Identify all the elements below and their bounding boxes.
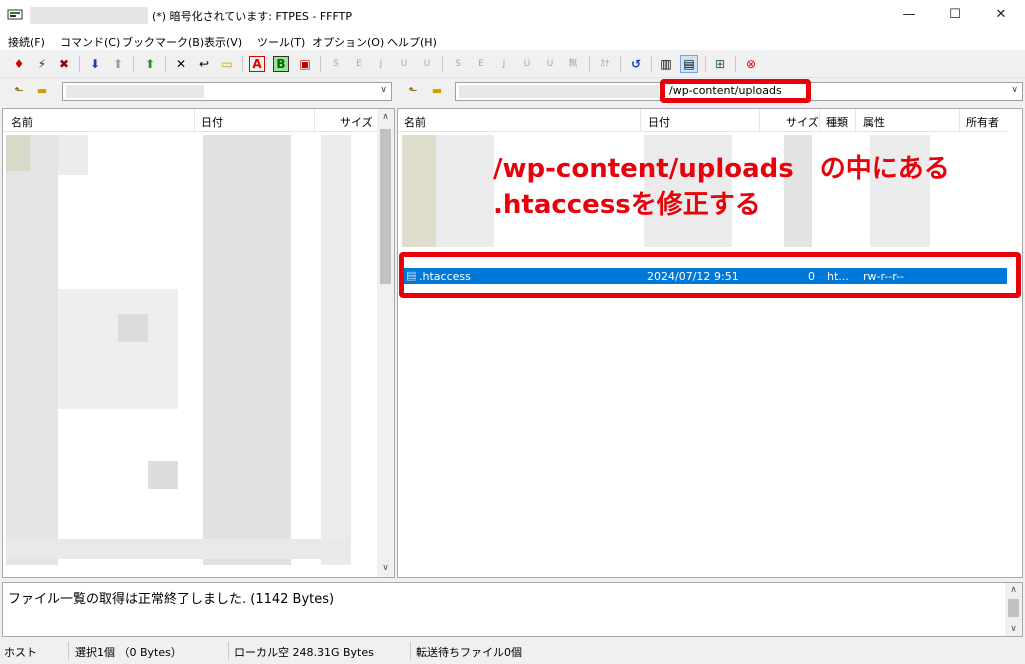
menu-command[interactable]: コマンド(C) <box>60 34 120 50</box>
remote-col-name[interactable]: 名前 <box>404 114 426 130</box>
status-local-free: ローカル空 248.31G Bytes <box>234 646 374 659</box>
ffftp-app-icon <box>7 9 23 20</box>
redacted-area <box>148 461 178 489</box>
menu-tools[interactable]: ツール(T) <box>257 34 305 50</box>
file-highlight-box <box>399 252 1021 298</box>
list-view-icon[interactable]: ▥ <box>657 55 675 73</box>
remote-column-header: 名前 日付 サイズ 種類 属性 所有者 <box>398 109 1022 132</box>
title-redacted <box>30 7 148 24</box>
menu-bookmark[interactable]: ブックマーク(B) <box>122 34 204 50</box>
kanji-sjis-button[interactable]: S <box>327 55 345 73</box>
redacted-area <box>436 135 494 247</box>
remote-col-size[interactable]: サイズ <box>786 114 819 130</box>
remote-kanji-utf8bom-button[interactable]: U <box>541 55 559 73</box>
local-col-name[interactable]: 名前 <box>11 114 33 130</box>
remote-col-owner[interactable]: 所有者 <box>966 114 999 130</box>
kanji-utf8bom-button[interactable]: U <box>418 55 436 73</box>
redacted-area <box>58 289 178 409</box>
redacted-area <box>6 539 351 559</box>
redacted-area <box>402 135 436 247</box>
kanji-jis-button[interactable]: J <box>372 55 390 73</box>
kanji-utf8-button[interactable]: U <box>395 55 413 73</box>
log-scroll-down-icon[interactable]: ∨ <box>1005 624 1022 634</box>
auto-mode-icon[interactable]: ▣ <box>296 55 314 73</box>
window-title: (*) 暗号化されています: FTPES - FFFTP <box>152 10 352 23</box>
scroll-up-icon[interactable]: ∧ <box>377 112 394 122</box>
parent-folder-icon[interactable]: ⬑ <box>10 83 28 99</box>
mirror-upload-icon[interactable]: ⬆ <box>141 55 159 73</box>
menu-help[interactable]: ヘルプ(H) <box>387 34 437 50</box>
log-pane[interactable]: ファイル一覧の取得は正常終了しました. (1142 Bytes) ∧ ∨ <box>2 582 1023 637</box>
local-col-date[interactable]: 日付 <box>201 114 223 130</box>
status-bar: ホスト 選択1個 （0 Bytes） ローカル空 248.31G Bytes 転… <box>0 640 1025 664</box>
local-scrollbar[interactable]: ∧ ∨ <box>377 109 394 577</box>
redacted-area <box>118 314 148 342</box>
title-bar: (*) 暗号化されています: FTPES - FFFTP — ☐ ✕ <box>0 0 1025 30</box>
log-scroll-thumb[interactable] <box>1008 599 1019 617</box>
remote-parent-folder-icon[interactable]: ⬑ <box>404 83 422 99</box>
redacted-area <box>321 135 351 565</box>
local-col-size[interactable]: サイズ <box>340 114 373 130</box>
download-arrow-icon[interactable]: ⬇ <box>86 55 104 73</box>
local-path-redacted <box>66 85 204 98</box>
binary-mode-button[interactable]: B <box>273 56 289 72</box>
remote-kanji-none-button[interactable]: 無 <box>564 55 582 73</box>
remote-kanji-jis-button[interactable]: J <box>495 55 513 73</box>
toolbar: ♦ ⚡ ✖ ⬇ ⬆ ⬆ ✕ ↩ ▭ A B ▣ S E J U U S E J … <box>0 50 1025 78</box>
minimize-button[interactable]: — <box>886 0 932 30</box>
status-selection: 選択1個 （0 Bytes） <box>75 646 182 659</box>
detail-view-icon[interactable]: ▤ <box>680 55 698 73</box>
connect-icon[interactable]: ♦ <box>10 55 28 73</box>
status-queue: 転送待ちファイル0個 <box>416 646 522 659</box>
remote-kanji-euc-button[interactable]: E <box>472 55 490 73</box>
redacted-area <box>6 135 30 171</box>
redacted-area <box>6 135 58 565</box>
local-column-header: 名前 日付 サイズ <box>3 109 394 132</box>
redacted-area <box>203 135 291 565</box>
local-path-combo[interactable]: ∨ <box>62 82 392 101</box>
delete-icon[interactable]: ✕ <box>172 55 190 73</box>
refresh-icon[interactable]: ↺ <box>627 55 645 73</box>
maximize-button[interactable]: ☐ <box>932 0 978 30</box>
remote-col-attr[interactable]: 属性 <box>863 114 885 130</box>
path-highlight-box <box>660 79 811 103</box>
log-scroll-up-icon[interactable]: ∧ <box>1005 585 1022 595</box>
remote-kanji-sjis-button[interactable]: S <box>449 55 467 73</box>
stop-icon[interactable]: ⊗ <box>742 55 760 73</box>
redacted-area <box>58 135 88 175</box>
new-folder-icon[interactable]: ▭ <box>218 55 236 73</box>
open-folder-icon[interactable]: ▬ <box>33 83 51 99</box>
kana-button[interactable]: ｶﾅ <box>596 55 614 73</box>
local-file-list[interactable]: 名前 日付 サイズ ∧ ∨ <box>2 108 395 578</box>
local-path-bar: ⬑ ▬ ∨ <box>0 80 396 104</box>
menu-options[interactable]: オプション(O) <box>312 34 384 50</box>
upload-arrow-icon[interactable]: ⬆ <box>109 55 127 73</box>
remote-col-type[interactable]: 種類 <box>826 114 848 130</box>
remote-path-redacted <box>459 85 659 98</box>
log-message: ファイル一覧の取得は正常終了しました. (1142 Bytes) <box>8 592 335 607</box>
annotation-line2: .htaccessを修正する <box>493 190 761 220</box>
remote-chevron-down-icon[interactable]: ∨ <box>1011 85 1018 95</box>
annotation-line1: /wp-content/uploads の中にある <box>493 154 950 184</box>
tree-icon[interactable]: ⊞ <box>711 55 729 73</box>
remote-col-date[interactable]: 日付 <box>648 114 670 130</box>
menu-bar: 接続(F) コマンド(C) ブックマーク(B) 表示(V) ツール(T) オプシ… <box>0 30 1025 50</box>
local-scroll-thumb[interactable] <box>380 129 391 284</box>
remote-open-folder-icon[interactable]: ▬ <box>428 83 446 99</box>
log-scrollbar[interactable]: ∧ ∨ <box>1005 583 1022 636</box>
lightning-icon[interactable]: ⚡ <box>33 55 51 73</box>
remote-kanji-utf8-button[interactable]: U <box>518 55 536 73</box>
chevron-down-icon[interactable]: ∨ <box>380 85 387 95</box>
menu-connect[interactable]: 接続(F) <box>8 34 45 50</box>
kanji-euc-button[interactable]: E <box>350 55 368 73</box>
menu-view[interactable]: 表示(V) <box>204 34 242 50</box>
status-host: ホスト <box>4 646 37 659</box>
scroll-down-icon[interactable]: ∨ <box>377 563 394 573</box>
rename-icon[interactable]: ↩ <box>195 55 213 73</box>
ascii-mode-button[interactable]: A <box>249 56 265 72</box>
remote-scrollbar <box>1007 109 1022 577</box>
close-button[interactable]: ✕ <box>978 0 1024 30</box>
disconnect-icon[interactable]: ✖ <box>55 55 73 73</box>
